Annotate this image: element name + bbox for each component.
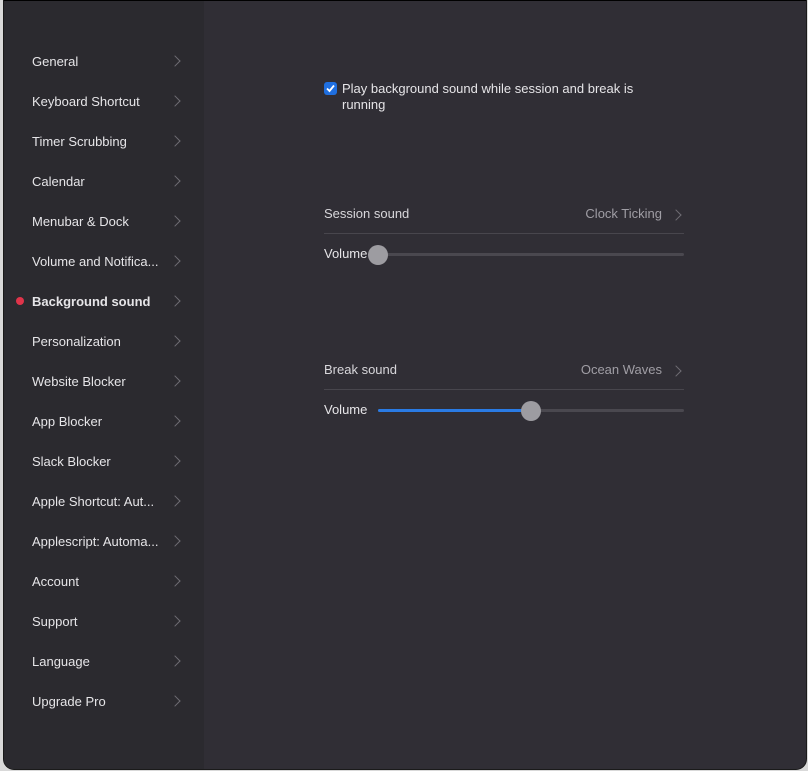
sidebar-item-label: Menubar & Dock (32, 213, 129, 229)
sidebar-item-label: Background sound (32, 293, 151, 309)
chevron-right-icon (169, 175, 181, 187)
chevron-right-icon (169, 655, 181, 667)
chevron-right-icon (169, 215, 181, 227)
sidebar-item-calendar[interactable]: Calendar (4, 161, 204, 201)
chevron-right-icon (670, 365, 682, 377)
break-sound-label: Break sound (324, 362, 397, 377)
slider-fill (378, 409, 531, 412)
chevron-right-icon (169, 135, 181, 147)
divider (324, 233, 684, 234)
sidebar-item-volume-and-notifica[interactable]: Volume and Notifica... (4, 241, 204, 281)
break-volume: Volume (324, 398, 684, 422)
sidebar-item-label: Support (32, 613, 78, 629)
sidebar-item-menubar-dock[interactable]: Menubar & Dock (4, 201, 204, 241)
sidebar-item-label: App Blocker (32, 413, 103, 429)
session-sound-label: Session sound (324, 206, 410, 221)
sidebar-item-label: Applescript: Automa... (32, 533, 159, 549)
sidebar-item-app-blocker[interactable]: App Blocker (4, 401, 204, 441)
break-volume-slider[interactable] (378, 401, 684, 421)
preferences-window: General Keyboard Shortcut Timer Scrubbing C… (4, 0, 806, 769)
sidebar-item-label: Volume and Notifica... (32, 253, 159, 269)
sidebar-item-general[interactable]: General (4, 41, 204, 81)
sidebar-item-timer-scrubbing[interactable]: Timer Scrubbing (4, 121, 204, 161)
break-sound-row[interactable]: Break sound Ocean Waves (324, 350, 684, 390)
sidebar-item-label: Language (32, 653, 90, 669)
chevron-right-icon (169, 615, 181, 627)
checkmark-icon (326, 84, 335, 93)
slider-thumb[interactable] (521, 401, 541, 421)
chevron-right-icon (169, 295, 181, 307)
sidebar-item-support[interactable]: Support (4, 601, 204, 641)
chevron-right-icon (169, 55, 181, 67)
chevron-right-icon (169, 535, 181, 547)
sidebar-item-label: Apple Shortcut: Aut... (32, 493, 155, 509)
play-background-checkbox[interactable] (324, 82, 337, 95)
sidebar-item-keyboard-shortcut[interactable]: Keyboard Shortcut (4, 81, 204, 121)
sidebar-item-label: Website Blocker (32, 373, 126, 389)
chevron-right-icon (670, 209, 682, 221)
active-indicator-dot (16, 297, 24, 305)
sidebar-item-label: Keyboard Shortcut (32, 93, 140, 109)
session-sound-row[interactable]: Session sound Clock Ticking (324, 194, 684, 234)
break-sound-value: Ocean Waves (580, 362, 662, 377)
sidebar-item-slack-blocker[interactable]: Slack Blocker (4, 441, 204, 481)
sidebar: General Keyboard Shortcut Timer Scrubbing C… (4, 1, 204, 769)
session-volume-label: Volume (324, 246, 368, 261)
sidebar-item-background-sound[interactable]: Background sound (4, 281, 204, 321)
chevron-right-icon (169, 255, 181, 267)
session-sound-value: Clock Ticking (585, 206, 662, 221)
sidebar-item-label: Slack Blocker (32, 453, 111, 469)
chevron-right-icon (169, 335, 181, 347)
sidebar-item-website-blocker[interactable]: Website Blocker (4, 361, 204, 401)
session-volume-slider[interactable] (368, 245, 684, 265)
chevron-right-icon (169, 695, 181, 707)
chevron-right-icon (169, 375, 181, 387)
sidebar-item-label: Upgrade Pro (32, 693, 106, 709)
sidebar-item-language[interactable]: Language (4, 641, 204, 681)
sidebar-item-label: Timer Scrubbing (32, 133, 127, 149)
play-background-label: Play background sound while session and … (342, 81, 634, 112)
chevron-right-icon (169, 575, 181, 587)
sidebar-item-account[interactable]: Account (4, 561, 204, 601)
session-volume: Volume (324, 242, 684, 266)
chevron-right-icon (169, 415, 181, 427)
chevron-right-icon (169, 495, 181, 507)
chevron-right-icon (169, 455, 181, 467)
slider-thumb[interactable] (368, 245, 388, 265)
sidebar-item-label: Calendar (32, 173, 85, 189)
break-volume-label: Volume (324, 402, 368, 417)
sidebar-item-label: Personalization (32, 333, 121, 349)
sidebar-item-applescript-automa[interactable]: Applescript: Automa... (4, 521, 204, 561)
sidebar-item-upgrade-pro[interactable]: Upgrade Pro (4, 681, 204, 721)
divider (324, 389, 684, 390)
sidebar-item-label: General (32, 53, 79, 69)
sidebar-item-apple-shortcut-aut[interactable]: Apple Shortcut: Aut... (4, 481, 204, 521)
chevron-right-icon (169, 95, 181, 107)
sidebar-item-label: Account (32, 573, 79, 589)
sidebar-item-personalization[interactable]: Personalization (4, 321, 204, 361)
